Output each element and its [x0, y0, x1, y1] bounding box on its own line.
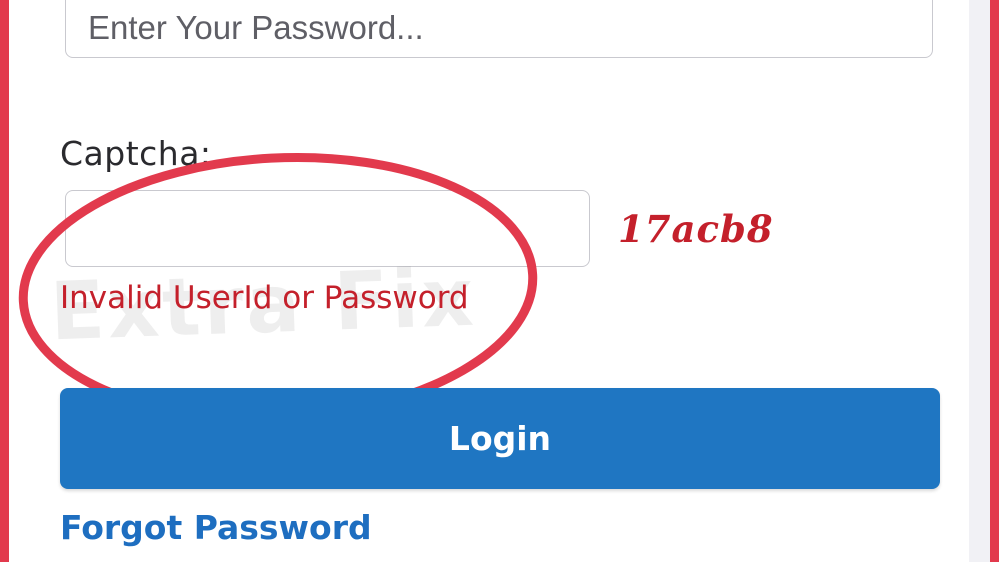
captcha-input[interactable] — [65, 190, 590, 267]
login-button[interactable]: Login — [60, 388, 940, 489]
captcha-code: 17acb8 — [618, 207, 774, 251]
password-input[interactable] — [65, 0, 933, 58]
captcha-label: Captcha: — [60, 134, 212, 173]
panel-gutter — [969, 0, 990, 562]
forgot-password-link[interactable]: Forgot Password — [60, 508, 372, 547]
left-frame-border — [0, 0, 9, 562]
error-message: Invalid UserId or Password — [60, 280, 469, 316]
right-frame-border — [990, 0, 999, 562]
